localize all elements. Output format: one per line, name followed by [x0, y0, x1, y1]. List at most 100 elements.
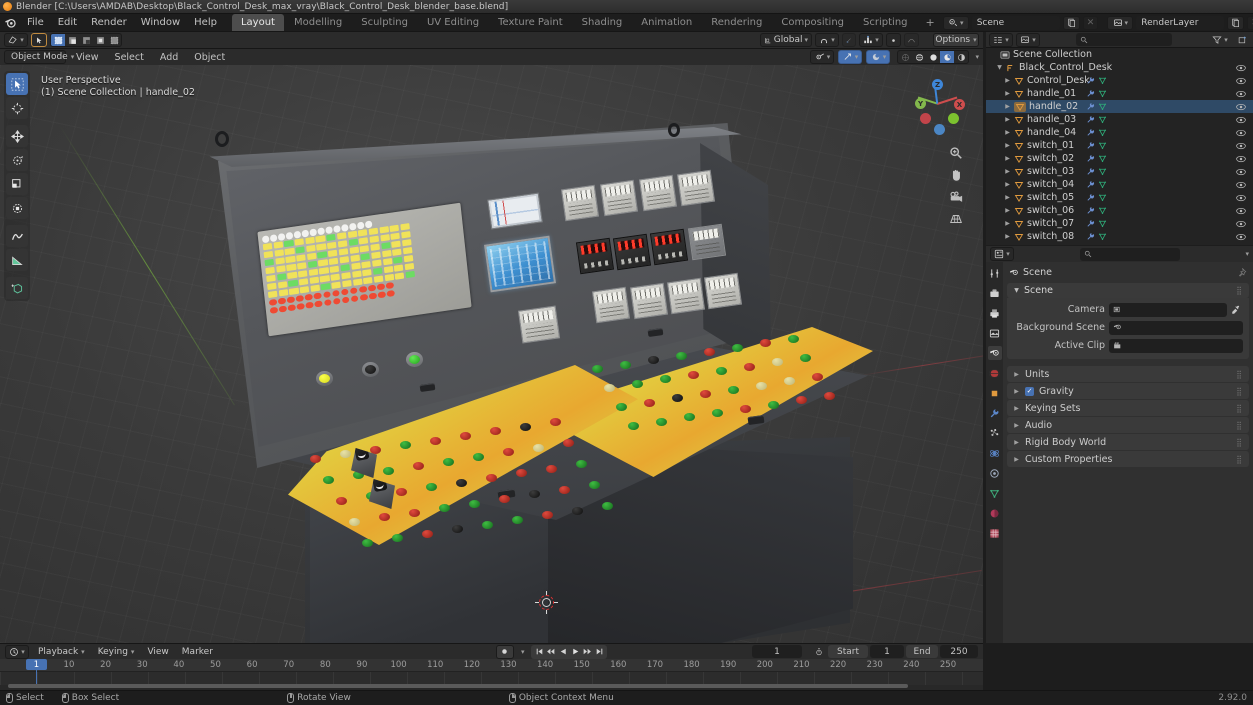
tab-scene-icon[interactable]: [987, 346, 1002, 360]
deck-push-button[interactable]: [788, 334, 799, 343]
panel-rigid-body-world[interactable]: ▶ Rigid Body World ⣿: [1007, 434, 1249, 450]
modifier-icon[interactable]: [1086, 141, 1095, 150]
visibility-eye-icon[interactable]: [1236, 129, 1246, 137]
tab-uv-editing[interactable]: UV Editing: [418, 14, 488, 31]
tab-object-icon[interactable]: [988, 386, 1002, 400]
outliner-item-switch_03[interactable]: ▶ switch_03: [986, 165, 1253, 178]
deck-push-button[interactable]: [482, 520, 493, 529]
deck-push-button[interactable]: [704, 347, 715, 356]
tab-data-icon[interactable]: [988, 486, 1002, 500]
transform-orientation-dropdown[interactable]: Global ▾: [760, 33, 812, 47]
deck-push-button[interactable]: [559, 485, 570, 494]
deck-push-button[interactable]: [592, 365, 603, 373]
select-mode-group[interactable]: [50, 33, 122, 47]
viewport-nav-buttons[interactable]: [948, 145, 963, 226]
visibility-eye-icon[interactable]: [1236, 77, 1246, 85]
modifier-icon[interactable]: [1086, 206, 1095, 215]
tab-particles-icon[interactable]: [988, 426, 1002, 440]
select-invert-icon[interactable]: [93, 34, 107, 46]
panel-grip[interactable]: ⣿: [1236, 387, 1243, 396]
tab-world-icon[interactable]: [988, 366, 1002, 380]
expand-triangle[interactable]: ▶: [1004, 181, 1011, 188]
outliner-search-input[interactable]: [1076, 33, 1172, 46]
panel-grip[interactable]: ⣿: [1236, 438, 1243, 447]
visibility-eye-icon[interactable]: [1236, 181, 1246, 189]
panel-grip[interactable]: ⣿: [1236, 370, 1243, 379]
panel-audio[interactable]: ▶ Audio ⣿: [1007, 417, 1249, 433]
deck-push-button[interactable]: [632, 379, 643, 388]
modifier-icon[interactable]: [1086, 154, 1095, 163]
unlink-scene-button[interactable]: ✕: [1082, 15, 1099, 30]
control-desk-model[interactable]: [0, 65, 983, 643]
deck-push-button[interactable]: [656, 417, 667, 426]
deck-push-button[interactable]: [628, 422, 639, 430]
mesh-data-icon[interactable]: [1098, 115, 1107, 124]
panel-expand-triangle[interactable]: ▶: [1013, 371, 1020, 378]
menu-render[interactable]: Render: [84, 15, 134, 30]
cursor-tool[interactable]: [6, 97, 28, 119]
menu-file[interactable]: File: [20, 15, 51, 30]
rotate-tool[interactable]: [6, 149, 28, 171]
mesh-data-icon[interactable]: [1098, 76, 1107, 85]
deck-push-button[interactable]: [486, 474, 497, 482]
active-clip-field[interactable]: [1109, 338, 1243, 353]
deck-push-button[interactable]: [520, 422, 531, 431]
modifier-icon[interactable]: [1086, 115, 1095, 124]
deck-push-button[interactable]: [469, 499, 480, 508]
new-view-layer-button[interactable]: [1227, 15, 1245, 30]
shading-mode-group[interactable]: [897, 50, 970, 64]
tab-shading[interactable]: Shading: [573, 14, 632, 31]
expand-triangle[interactable]: ▶: [1004, 129, 1011, 136]
end-frame-value[interactable]: 250: [940, 645, 978, 658]
outliner-new-collection-icon[interactable]: [1235, 33, 1250, 47]
mesh-data-icon[interactable]: [1098, 232, 1107, 241]
visibility-eye-icon[interactable]: [1236, 207, 1246, 215]
visibility-eye-icon[interactable]: [1236, 142, 1246, 150]
transform-tool[interactable]: [6, 197, 28, 219]
tab-physics-icon[interactable]: [988, 446, 1002, 460]
tab-constraints-icon[interactable]: [988, 466, 1002, 480]
modifier-icon[interactable]: [1086, 89, 1095, 98]
deck-push-button[interactable]: [812, 372, 823, 381]
expand-triangle[interactable]: ▶: [1004, 77, 1011, 84]
gizmo-axis-x[interactable]: X: [954, 99, 965, 110]
auto-keying-record-icon[interactable]: [495, 644, 514, 659]
deck-push-button[interactable]: [824, 391, 835, 400]
gravity-checkbox[interactable]: ✓: [1025, 386, 1034, 396]
tab-tool-icon[interactable]: [988, 266, 1002, 280]
visibility-eye-icon[interactable]: [1236, 155, 1246, 163]
viewport-menu-view[interactable]: View: [70, 51, 105, 64]
outliner-item-handle_02[interactable]: ▶ handle_02: [986, 100, 1253, 113]
timeline-editor-type-icon[interactable]: ▾: [5, 644, 29, 659]
expand-triangle[interactable]: ▶: [1004, 142, 1011, 149]
tab-material-icon[interactable]: [988, 506, 1002, 520]
viewport-menu-object[interactable]: Object: [188, 51, 231, 64]
gizmo-axis-z[interactable]: Z: [932, 79, 943, 90]
menu-edit[interactable]: Edit: [51, 15, 84, 30]
shading-options-icon[interactable]: [954, 51, 968, 63]
visibility-eye-icon[interactable]: [1236, 194, 1246, 202]
proportional-edit-icon[interactable]: [886, 33, 901, 47]
panel-expand-triangle[interactable]: ▶: [1013, 388, 1020, 395]
timeline-ruler[interactable]: 10 20 30 40 50 60 70 80 90 100 110 120 130 140 150 160 1…: [0, 659, 983, 672]
tab-rendering[interactable]: Rendering: [702, 14, 771, 31]
outliner-item-switch_06[interactable]: ▶ switch_06: [986, 204, 1253, 217]
gizmo-axis-neg-y[interactable]: [948, 113, 959, 124]
outliner[interactable]: Scene Collection ▼ Black_Control_Desk ▶ C…: [986, 48, 1253, 245]
mesh-data-icon[interactable]: [1098, 89, 1107, 98]
modifier-icon[interactable]: [1086, 102, 1095, 111]
tab-modelling[interactable]: Modelling: [285, 14, 351, 31]
tab-layout[interactable]: Layout: [231, 14, 284, 31]
outliner-item-handle_01[interactable]: ▶ handle_01: [986, 87, 1253, 100]
modifier-icon[interactable]: [1086, 167, 1095, 176]
view-layer-browse-icon[interactable]: ▾: [1107, 15, 1134, 30]
mesh-data-icon[interactable]: [1098, 128, 1107, 137]
add-workspace-button[interactable]: +: [918, 16, 943, 29]
shading-wireframe-icon[interactable]: [898, 51, 912, 63]
outliner-item-switch_05[interactable]: ▶ switch_05: [986, 191, 1253, 204]
outliner-item-switch_08[interactable]: ▶ switch_08: [986, 230, 1253, 243]
start-frame-value[interactable]: 1: [870, 645, 904, 658]
panel-gravity[interactable]: ▶ ✓ Gravity ⣿: [1007, 383, 1249, 399]
timeline-horizontal-scrollbar[interactable]: [8, 684, 908, 688]
mesh-data-icon[interactable]: [1098, 102, 1107, 111]
